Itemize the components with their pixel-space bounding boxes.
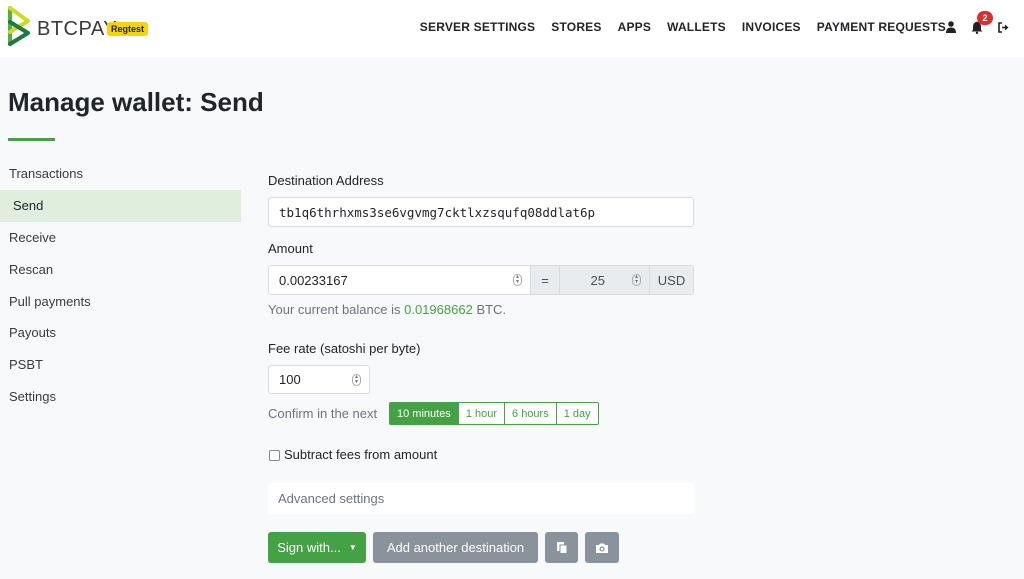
fee-rate-label: Fee rate (satoshi per byte) [268, 341, 421, 356]
btcpay-logo-icon[interactable] [8, 6, 32, 46]
title-underline [8, 138, 55, 141]
navbar: BTCPAY Regtest SERVER SETTINGS STORES AP… [0, 0, 1024, 57]
nav-server-settings[interactable]: SERVER SETTINGS [420, 20, 535, 34]
balance-value[interactable]: 0.01968662 [404, 302, 473, 317]
nav-apps[interactable]: APPS [618, 20, 651, 34]
equals-addon: = [530, 265, 560, 295]
balance-suffix: BTC. [476, 302, 507, 317]
nav-invoices[interactable]: INVOICES [742, 20, 801, 34]
camera-icon [596, 543, 608, 553]
confirm-1-hour-button[interactable]: 1 hour [457, 402, 506, 425]
logout-icon[interactable] [997, 20, 1011, 34]
confirm-6-hours-button[interactable]: 6 hours [504, 402, 557, 425]
confirm-1-day-button[interactable]: 1 day [555, 402, 599, 425]
sign-with-label: Sign with... [277, 540, 341, 555]
sidebar-item-transactions[interactable]: Transactions [0, 158, 241, 190]
fiat-amount-value: 25 [590, 272, 605, 288]
fee-stepper-icon[interactable]: ▴ ▾ [352, 373, 361, 386]
sidebar-item-payouts[interactable]: Payouts [0, 317, 241, 349]
fee-rate-value: 100 [279, 372, 301, 387]
nav-links: SERVER SETTINGS STORES APPS WALLETS INVO… [420, 20, 946, 34]
confirm-10-minutes-button[interactable]: 10 minutes [389, 402, 459, 425]
balance-prefix: Your current balance is [268, 302, 401, 317]
notification-count-badge: 2 [977, 11, 993, 25]
amount-value: 0.00233167 [279, 272, 348, 288]
confirm-time-group: 10 minutes 1 hour 6 hours 1 day [389, 402, 599, 425]
sidebar-item-pull-payments[interactable]: Pull payments [0, 285, 241, 317]
page-title: Manage wallet: Send [8, 87, 264, 117]
wallet-sidebar: Transactions Send Receive Rescan Pull pa… [0, 158, 241, 412]
destination-label: Destination Address [268, 173, 384, 188]
clipboard-icon [556, 542, 567, 554]
confirm-prefix: Confirm in the next [268, 406, 378, 421]
caret-down-icon: ▼ [348, 543, 357, 552]
sidebar-item-settings[interactable]: Settings [0, 381, 241, 413]
balance-text: Your current balance is 0.01968662 BTC. [268, 302, 506, 317]
subtract-fees-checkbox[interactable] [269, 450, 280, 461]
user-icon[interactable] [944, 20, 958, 34]
amount-input[interactable]: 0.00233167 ▴ ▾ [268, 265, 531, 295]
nav-payment-requests[interactable]: PAYMENT REQUESTS [817, 20, 946, 34]
subtract-fees-label[interactable]: Subtract fees from amount [284, 447, 437, 462]
add-destination-button[interactable]: Add another destination [373, 532, 538, 563]
destination-address-input[interactable]: tb1q6thrhxms3se6vgvmg7cktlxzsqufq08ddlat… [268, 197, 694, 227]
sidebar-item-rescan[interactable]: Rescan [0, 253, 241, 285]
env-badge: Regtest [107, 22, 149, 36]
sign-with-dropdown-button[interactable]: Sign with... ▼ [268, 532, 366, 563]
fiat-currency-addon: USD [649, 265, 694, 295]
scan-qr-button[interactable] [585, 532, 619, 563]
brand-name[interactable]: BTCPAY [37, 18, 117, 41]
paste-button[interactable] [545, 532, 578, 563]
nav-stores[interactable]: STORES [551, 20, 601, 34]
fee-rate-input[interactable]: 100 ▴ ▾ [268, 365, 370, 394]
fiat-stepper-icon[interactable]: ▴ ▾ [632, 274, 641, 286]
sidebar-item-receive[interactable]: Receive [0, 222, 241, 254]
advanced-settings-toggle[interactable]: Advanced settings [268, 483, 694, 514]
amount-stepper-icon[interactable]: ▴ ▾ [513, 274, 522, 286]
nav-wallets[interactable]: WALLETS [667, 20, 726, 34]
sidebar-item-psbt[interactable]: PSBT [0, 349, 241, 381]
fiat-amount-input[interactable]: 25 ▴ ▾ [559, 265, 650, 295]
sidebar-item-send[interactable]: Send [0, 189, 241, 222]
amount-label: Amount [268, 241, 313, 256]
